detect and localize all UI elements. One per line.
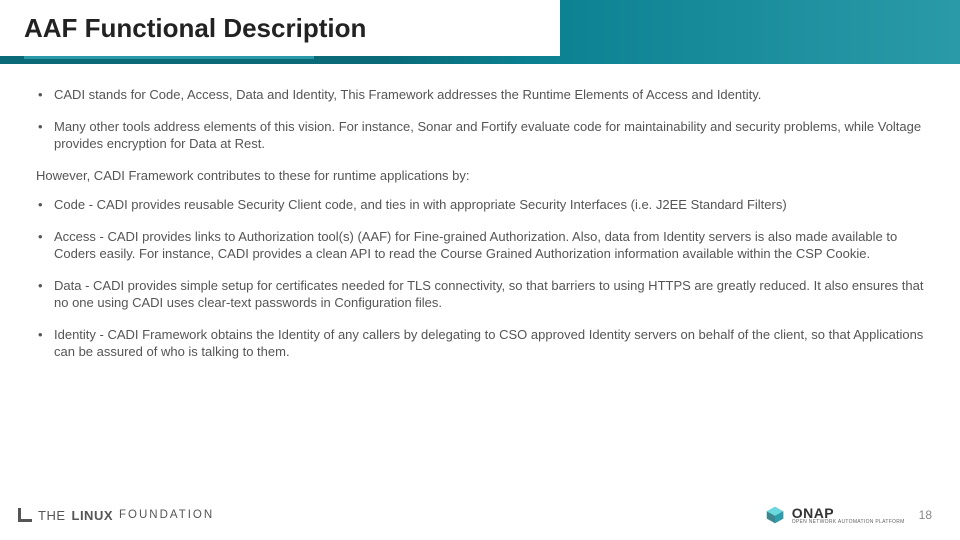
page-number: 18 (919, 508, 932, 522)
onap-logo: ONAP OPEN NETWORK AUTOMATION PLATFORM (764, 504, 905, 526)
slide-body: CADI stands for Code, Access, Data and I… (0, 64, 960, 540)
list-item: Many other tools address elements of thi… (36, 118, 926, 153)
lf-text-the: THE (38, 508, 66, 523)
footer-right: ONAP OPEN NETWORK AUTOMATION PLATFORM 18 (764, 504, 932, 526)
list-item: Code - CADI provides reusable Security C… (36, 196, 926, 214)
title-underline (24, 56, 314, 59)
footer: THE LINUX FOUNDATION ONAP OPEN NETWORK A… (0, 496, 960, 540)
title-container: AAF Functional Description (0, 0, 560, 56)
linux-foundation-logo: THE LINUX FOUNDATION (18, 508, 214, 523)
list-item: CADI stands for Code, Access, Data and I… (36, 86, 926, 104)
header-band: AAF Functional Description (0, 0, 960, 64)
slide: AAF Functional Description CADI stands f… (0, 0, 960, 540)
bottom-bullet-list: Code - CADI provides reusable Security C… (36, 196, 926, 361)
slide-title: AAF Functional Description (24, 13, 366, 44)
intro-paragraph: However, CADI Framework contributes to t… (36, 167, 926, 185)
lf-text-foundation: FOUNDATION (119, 509, 214, 521)
onap-big-text: ONAP (792, 506, 905, 520)
onap-mark-icon (764, 504, 786, 526)
list-item: Access - CADI provides links to Authoriz… (36, 228, 926, 263)
onap-text: ONAP OPEN NETWORK AUTOMATION PLATFORM (792, 506, 905, 525)
list-item: Identity - CADI Framework obtains the Id… (36, 326, 926, 361)
lf-mark-icon (18, 508, 32, 522)
top-bullet-list: CADI stands for Code, Access, Data and I… (36, 86, 926, 153)
onap-small-text: OPEN NETWORK AUTOMATION PLATFORM (792, 520, 905, 525)
list-item: Data - CADI provides simple setup for ce… (36, 277, 926, 312)
lf-text-linux: LINUX (72, 508, 114, 523)
